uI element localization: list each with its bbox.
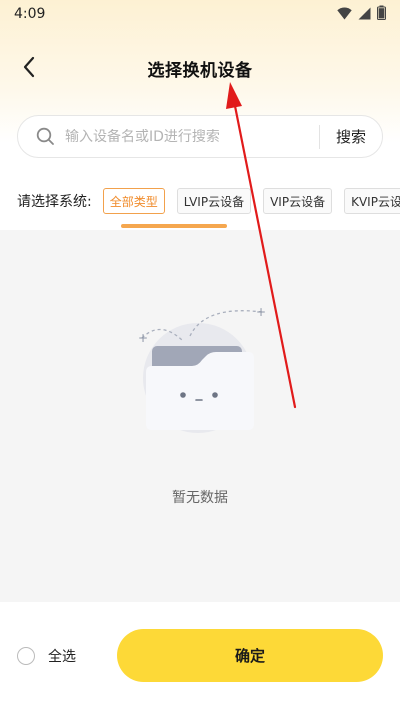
svg-text:+: + bbox=[256, 305, 266, 319]
status-time: 4:09 bbox=[14, 6, 46, 22]
page-title: 选择换机设备 bbox=[147, 60, 253, 81]
nav-header: 选择换机设备 bbox=[0, 46, 400, 90]
svg-text:+: + bbox=[138, 331, 148, 345]
search-icon bbox=[35, 127, 55, 147]
battery-icon bbox=[377, 5, 386, 24]
select-all-label: 全选 bbox=[48, 649, 76, 665]
select-all-toggle[interactable]: 全选 bbox=[17, 646, 76, 666]
select-all-radio[interactable] bbox=[17, 647, 35, 665]
chip-lvip-cloud-device[interactable]: LVIP云设备 bbox=[176, 188, 252, 214]
search-button[interactable]: 搜索 bbox=[320, 126, 382, 147]
back-button[interactable] bbox=[16, 56, 42, 82]
chevron-left-icon bbox=[22, 56, 36, 82]
status-icons bbox=[337, 5, 386, 24]
chip-all-types[interactable]: 全部类型 bbox=[102, 188, 165, 214]
confirm-button[interactable]: 确定 bbox=[117, 629, 383, 682]
chip-vip-cloud-device[interactable]: VIP云设备 bbox=[263, 188, 333, 214]
signal-icon bbox=[358, 5, 371, 24]
active-tab-indicator bbox=[121, 224, 227, 228]
filter-label: 请选择系统: bbox=[17, 194, 92, 210]
status-bar: 4:09 bbox=[0, 0, 400, 28]
footer-bar: 全选 确定 bbox=[0, 602, 400, 710]
system-filter-row: 请选择系统: 全部类型 LVIP云设备 VIP云设备 KVIP云设 bbox=[0, 184, 400, 218]
wifi-icon bbox=[337, 5, 352, 24]
search-box: 搜索 bbox=[17, 115, 383, 158]
search-input[interactable] bbox=[65, 128, 319, 145]
chip-kvip-cloud-device[interactable]: KVIP云设 bbox=[344, 188, 400, 214]
empty-state-text: 暂无数据 bbox=[172, 490, 228, 506]
empty-folder-icon: + + bbox=[130, 300, 270, 440]
